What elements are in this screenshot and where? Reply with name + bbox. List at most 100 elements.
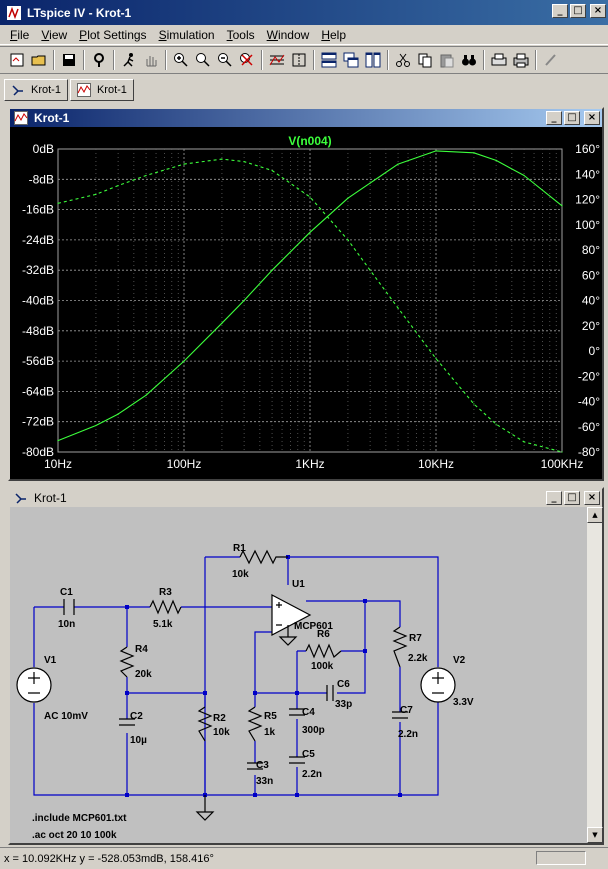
component-label[interactable]: C6 <box>337 679 350 690</box>
schematic-canvas[interactable]: R1 10k U1 MCP601 C1 10n R3 5.1k R6 100k … <box>10 507 586 843</box>
component-value[interactable]: 2.2n <box>302 769 322 780</box>
spice-directive[interactable]: .ac oct 20 10 100k <box>32 830 117 841</box>
draw-wire-icon[interactable] <box>540 49 562 71</box>
component-label[interactable]: R3 <box>159 587 172 598</box>
find-icon[interactable] <box>458 49 480 71</box>
component-value[interactable]: 10n <box>58 619 75 630</box>
print-preview-icon[interactable] <box>488 49 510 71</box>
menu-simulation[interactable]: Simulation <box>153 28 221 42</box>
menu-tools[interactable]: Tools <box>221 28 261 42</box>
component-label[interactable]: U1 <box>292 579 305 590</box>
autorange-icon[interactable] <box>266 49 288 71</box>
close-button[interactable]: × <box>590 4 606 18</box>
schematic-vertical-scrollbar[interactable]: ▲ ▼ <box>586 507 603 843</box>
menu-help[interactable]: Help <box>315 28 352 42</box>
scroll-up-button[interactable]: ▲ <box>587 507 603 523</box>
toolbar-separator <box>313 50 315 70</box>
component-label[interactable]: C4 <box>302 707 315 718</box>
trace-title[interactable]: V(n004) <box>288 134 331 148</box>
minimize-button[interactable]: _ <box>546 491 562 505</box>
maximize-button[interactable]: □ <box>564 111 580 125</box>
status-bar: x = 10.092KHz y = -528.053mdB, 158.416° <box>0 847 608 869</box>
scroll-down-button[interactable]: ▼ <box>587 827 603 843</box>
tab-waveform[interactable]: Krot-1 <box>69 79 134 101</box>
x-tick-label: 10Hz <box>44 457 72 471</box>
component-label[interactable]: C3 <box>256 760 269 771</box>
phase-point <box>145 174 147 177</box>
component-label[interactable]: R2 <box>213 713 226 724</box>
zoom-out-icon[interactable] <box>214 49 236 71</box>
run-icon[interactable] <box>118 49 140 71</box>
component-label[interactable]: R4 <box>135 644 148 655</box>
y-left-tick-label: 0dB <box>33 142 54 156</box>
cascade-icon[interactable] <box>340 49 362 71</box>
print-icon[interactable] <box>510 49 532 71</box>
component-label[interactable]: V2 <box>453 655 466 666</box>
toolbar-separator <box>165 50 167 70</box>
tab-schematic[interactable]: Krot-1 <box>4 79 68 101</box>
copy-icon[interactable] <box>414 49 436 71</box>
tile-horizontal-icon[interactable] <box>318 49 340 71</box>
zoom-fit-icon[interactable] <box>236 49 258 71</box>
component-label[interactable]: R6 <box>317 629 330 640</box>
close-button[interactable]: × <box>584 111 600 125</box>
magnitude-point <box>271 269 273 271</box>
component-value[interactable]: 10µ <box>130 735 147 746</box>
new-schematic-icon[interactable] <box>6 49 28 71</box>
cursor-icon[interactable] <box>288 49 310 71</box>
save-icon[interactable] <box>58 49 80 71</box>
paste-icon[interactable] <box>436 49 458 71</box>
spice-directive[interactable]: .include MCP601.txt <box>32 813 127 824</box>
minimize-button[interactable]: _ <box>552 4 568 18</box>
open-icon[interactable] <box>28 49 50 71</box>
app-title: LTspice IV - Krot-1 <box>27 5 132 20</box>
component-label[interactable]: C5 <box>302 749 315 760</box>
component-value[interactable]: 5.1k <box>153 619 173 630</box>
phase-point <box>309 196 311 198</box>
pan-icon[interactable] <box>140 49 162 71</box>
component-label[interactable]: R5 <box>264 711 277 722</box>
bode-plot[interactable]: V(n004) 10Hz 100Hz 1KHz 10KHz 100KHz 0dB -8dB -… <box>10 127 602 479</box>
component-label[interactable]: C2 <box>130 711 143 722</box>
x-tick-label: 100Hz <box>167 457 202 471</box>
y-left-tick-label: -16dB <box>22 203 54 217</box>
component-value[interactable]: AC 10mV <box>44 711 88 722</box>
menu-view[interactable]: View <box>35 28 73 42</box>
cut-icon[interactable] <box>392 49 414 71</box>
component-value[interactable]: 2.2n <box>398 729 418 740</box>
menu-plot-settings[interactable]: Plot Settings <box>73 28 152 42</box>
component-value[interactable]: 10k <box>213 727 230 738</box>
component-label[interactable]: C7 <box>400 705 413 716</box>
component-label[interactable]: C1 <box>60 587 73 598</box>
component-value[interactable]: 100k <box>311 661 334 672</box>
minimize-button[interactable]: _ <box>546 111 562 125</box>
component-label[interactable]: V1 <box>44 655 57 666</box>
phase-point <box>523 441 525 443</box>
component-value[interactable]: 20k <box>135 669 152 680</box>
component-value[interactable]: 2.2k <box>408 653 428 664</box>
schematic-symbols <box>16 549 456 821</box>
zoom-in-icon[interactable] <box>170 49 192 71</box>
menu-window[interactable]: Window <box>261 28 316 42</box>
maximize-button[interactable]: □ <box>564 491 580 505</box>
component-value[interactable]: 33p <box>335 699 352 710</box>
component-value[interactable]: 33n <box>256 776 273 787</box>
zoom-area-icon[interactable] <box>192 49 214 71</box>
component-value[interactable]: 1k <box>264 727 276 738</box>
component-label[interactable]: R1 <box>233 543 246 554</box>
y-right-tick-label: -40° <box>578 395 600 409</box>
control-panel-icon[interactable] <box>88 49 110 71</box>
waveform-window-title: Krot-1 <box>34 111 70 125</box>
close-button[interactable]: × <box>584 491 600 505</box>
y-right-tick-label: 20° <box>582 319 600 333</box>
maximize-button[interactable]: □ <box>570 4 586 18</box>
menu-label-rest: lot Settings <box>87 27 147 42</box>
component-value[interactable]: 3.3V <box>453 697 474 708</box>
tile-vertical-icon[interactable] <box>362 49 384 71</box>
component-value[interactable]: 10k <box>232 569 249 580</box>
menu-file[interactable]: File <box>4 28 35 42</box>
schematic-icon <box>15 493 26 504</box>
component-value[interactable]: 300p <box>302 725 325 736</box>
toolbar <box>0 46 608 74</box>
component-label[interactable]: R7 <box>409 633 422 644</box>
